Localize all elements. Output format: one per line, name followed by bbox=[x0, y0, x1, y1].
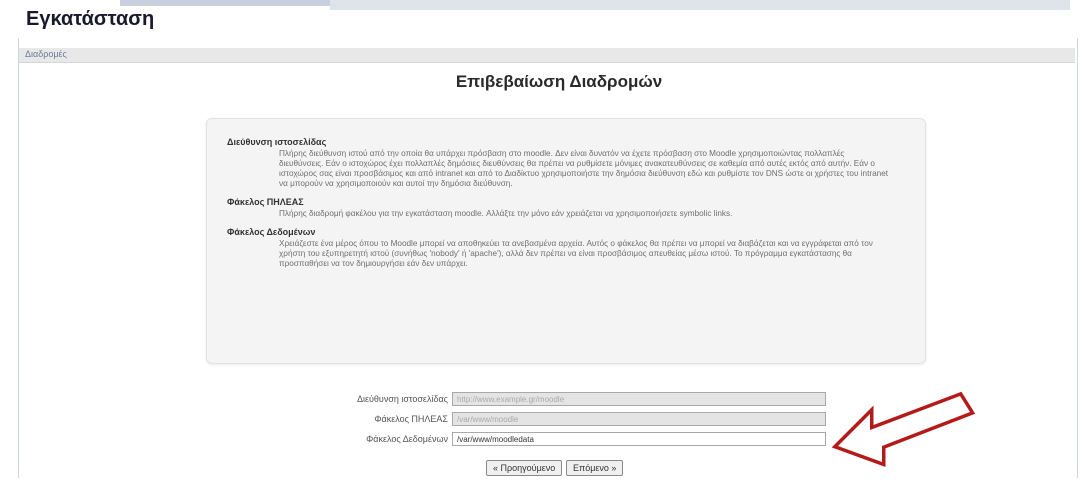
top-bar-segment bbox=[330, 0, 1070, 10]
next-button[interactable]: Επόμενο » bbox=[566, 460, 624, 476]
page-title: Εγκατάσταση bbox=[26, 8, 155, 30]
dataroot-field[interactable] bbox=[452, 432, 826, 446]
wwwroot-field[interactable] bbox=[452, 392, 826, 406]
breadcrumb[interactable]: Διαδρομές bbox=[25, 49, 67, 59]
dataroot-label: Φάκελος Δεδομένων bbox=[366, 434, 448, 444]
help-term-dirroot: Φάκελος ΠΗΛΕΑΣ bbox=[227, 197, 304, 207]
browser-top-bar bbox=[0, 0, 1084, 14]
help-desc-dirroot: Πλήρης διαδρομή φακέλου για την εγκατάστ… bbox=[279, 209, 733, 218]
arrow-icon bbox=[831, 391, 976, 467]
top-bar-segment bbox=[120, 0, 330, 6]
help-term-wwwroot: Διεύθυνση ιστοσελίδας bbox=[227, 137, 327, 147]
wwwroot-label: Διεύθυνση ιστοσελίδας bbox=[356, 394, 448, 404]
help-box: Διεύθυνση ιστοσελίδας Πλήρης διεύθυνση ι… bbox=[206, 118, 926, 364]
dirroot-label: Φάκελος ΠΗΛΕΑΣ bbox=[374, 414, 448, 424]
breadcrumb-bar: Διαδρομές bbox=[19, 48, 1075, 63]
dirroot-field[interactable] bbox=[452, 412, 826, 426]
help-desc-wwwroot: Πλήρης διεύθυνση ιστού από την οποία θα … bbox=[279, 149, 889, 188]
help-desc-dataroot: Χρειάζεστε ένα μέρος όπου το Moodle μπορ… bbox=[279, 239, 873, 268]
help-term-dataroot: Φάκελος Δεδομένων bbox=[227, 227, 316, 237]
section-title: Επιβεβαίωση Διαδρομών bbox=[455, 72, 663, 91]
previous-button[interactable]: « Προηγούμενο bbox=[486, 460, 563, 476]
